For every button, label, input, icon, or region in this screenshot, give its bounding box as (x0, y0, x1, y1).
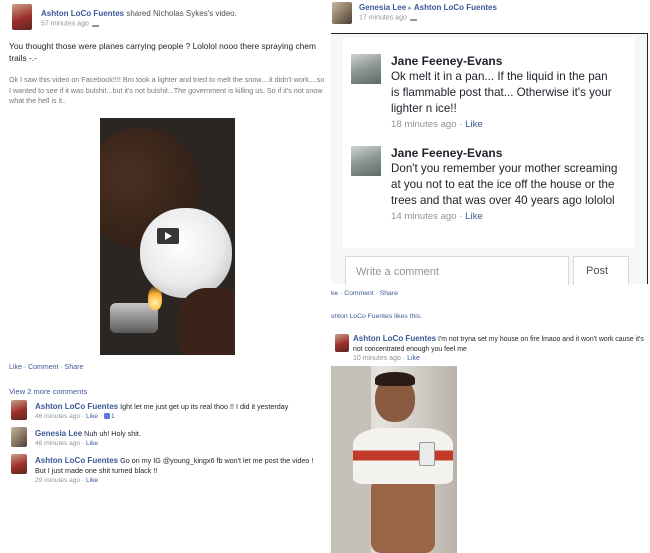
commenter-name[interactable]: Ashton LoCo Fuentes (353, 334, 436, 343)
right-post-header: Genesia Lee ▸ Ashton LoCo Fuentes 17 min… (328, 0, 650, 30)
comment-meta: 18 minutes ago · Like (391, 119, 483, 130)
shirt-image-region (353, 428, 453, 484)
comment-meta: 10 minutes ago · Like (353, 355, 420, 363)
write-comment-placeholder: Write a comment (356, 266, 439, 278)
comment-body: Ashton LoCo Fuentes I'm not tryna set my… (353, 334, 647, 364)
commenter-name[interactable]: Jane Feeney-Evans (391, 146, 502, 160)
comment-body: Don't you remember your mother screaming… (391, 161, 619, 225)
comment-item: Ashton LoCo Fuentes I'm not tryna set my… (331, 332, 649, 366)
author-avatar[interactable] (332, 2, 352, 24)
zoomed-comments-panel: Jane Feeney-Evans Ok melt it in a pan...… (331, 33, 648, 285)
comment-text: Don't you remember your mother screaming… (391, 162, 618, 207)
commenter-avatar[interactable] (11, 427, 27, 447)
comment-time[interactable]: 29 minutes ago (35, 477, 80, 484)
view-more-comments-link[interactable]: View 2 more comments (9, 387, 87, 396)
arrow-right-icon: ▸ (408, 5, 412, 12)
post-author-link[interactable]: Ashton LoCo Fuentes (41, 9, 124, 18)
comment-text: Nuh uh! Holy shit. (84, 429, 141, 438)
comment-like-link[interactable]: Like (407, 355, 420, 362)
comment-link[interactable]: Comment (28, 364, 58, 371)
commenter-avatar[interactable] (11, 454, 27, 474)
post-button-label: Post (586, 265, 609, 277)
comment-time[interactable]: 46 minutes ago (35, 440, 80, 447)
share-link[interactable]: Share (65, 364, 84, 371)
comments-card: Jane Feeney-Evans Ok melt it in a pan...… (343, 38, 635, 248)
flame-image-region (148, 286, 162, 310)
comment-like-link[interactable]: Like (86, 413, 98, 420)
commenter-avatar[interactable] (351, 54, 381, 84)
video-thumbnail[interactable] (100, 118, 235, 355)
friends-icon (91, 20, 99, 27)
comment-item: Jane Feeney-Evans Ok melt it in a pan...… (351, 54, 631, 134)
post-time[interactable]: 57 minutes ago (41, 20, 89, 27)
left-post-panel: Ashton LoCo Fuentes shared Nicholas Syke… (0, 0, 328, 490)
play-icon[interactable] (157, 228, 179, 244)
comment-time[interactable]: 46 minutes ago (35, 413, 80, 420)
post-timestamp: 17 minutes ago (359, 14, 417, 21)
comment-like-link[interactable]: Like (86, 440, 98, 447)
comment-like-link[interactable]: Like (86, 477, 98, 484)
likes-summary[interactable]: shton LoCo Fuentes likes this. (331, 313, 422, 320)
comment-item: Jane Feeney-Evans Don't you remember you… (351, 146, 631, 246)
like-link[interactable]: Like (9, 364, 22, 371)
post-target-link[interactable]: Ashton LoCo Fuentes (414, 3, 497, 12)
torso-image-region (371, 478, 435, 553)
shared-video-caption: Ok I saw this video on Facebook!!!! Bro … (9, 75, 325, 106)
comment-body: Ok melt it in a pan... If the liquid in … (391, 69, 619, 133)
post-text: You thought those were planes carrying p… (9, 41, 316, 63)
commenter-avatar[interactable] (351, 146, 381, 176)
comment-time[interactable]: 10 minutes ago (353, 355, 401, 362)
commenter-avatar[interactable] (11, 400, 27, 420)
comment-time[interactable]: 14 minutes ago (391, 211, 457, 222)
comment-meta: 46 minutes ago · Like · 1 (35, 413, 115, 420)
comment-like-count[interactable]: 1 (111, 413, 115, 420)
friends-icon (409, 14, 417, 21)
comment-time[interactable]: 18 minutes ago (391, 119, 457, 130)
like-thumb-icon (103, 413, 110, 420)
comment-text: Ok melt it in a pan... If the liquid in … (391, 70, 612, 115)
author-avatar[interactable] (12, 4, 32, 30)
snowball-image-region (140, 208, 232, 298)
comment-body: Ashton LoCo Fuentes Ight let me just get… (35, 402, 325, 422)
comment-body: Genesia Lee Nuh uh! Holy shit. 46 minute… (35, 429, 325, 449)
write-comment-input[interactable]: Write a comment (345, 256, 569, 285)
post-actions: Like · Comment · Share (9, 364, 84, 371)
comment-body: Ashton LoCo Fuentes Go on my IG @young_k… (35, 456, 325, 486)
post-header-line: Genesia Lee ▸ Ashton LoCo Fuentes (359, 3, 497, 12)
phone-image-region (419, 442, 435, 466)
post-comment-button[interactable]: Post (573, 256, 629, 285)
post-timestamp: 57 minutes ago (41, 20, 99, 27)
post-header-line: Ashton LoCo Fuentes shared Nicholas Syke… (41, 9, 237, 18)
comment-meta: 29 minutes ago · Like (35, 477, 99, 484)
comment-meta: 46 minutes ago · Like (35, 440, 99, 447)
thumb-image-region (178, 288, 235, 355)
selfie-photo[interactable] (331, 366, 457, 553)
commenter-name[interactable]: Jane Feeney-Evans (391, 54, 502, 68)
post-header: Ashton LoCo Fuentes shared Nicholas Syke… (8, 4, 328, 32)
post-time[interactable]: 17 minutes ago (359, 14, 407, 21)
comment-like-link[interactable]: Like (465, 211, 483, 222)
commenter-name[interactable]: Genesia Lee (35, 429, 82, 438)
hair-image-region (375, 372, 415, 386)
post-actions[interactable]: ke · Comment · Share (331, 290, 398, 297)
commenter-name[interactable]: Ashton LoCo Fuentes (35, 456, 118, 465)
commenter-avatar[interactable] (335, 334, 349, 352)
comment-meta: 14 minutes ago · Like (391, 211, 483, 222)
post-author-link[interactable]: Genesia Lee (359, 3, 406, 12)
comment-like-link[interactable]: Like (465, 119, 483, 130)
commenter-name[interactable]: Ashton LoCo Fuentes (35, 402, 118, 411)
shared-text: shared Nicholas Sykes's video. (126, 9, 237, 18)
comment-text: Ight let me just get up its real thoo !!… (120, 402, 289, 411)
